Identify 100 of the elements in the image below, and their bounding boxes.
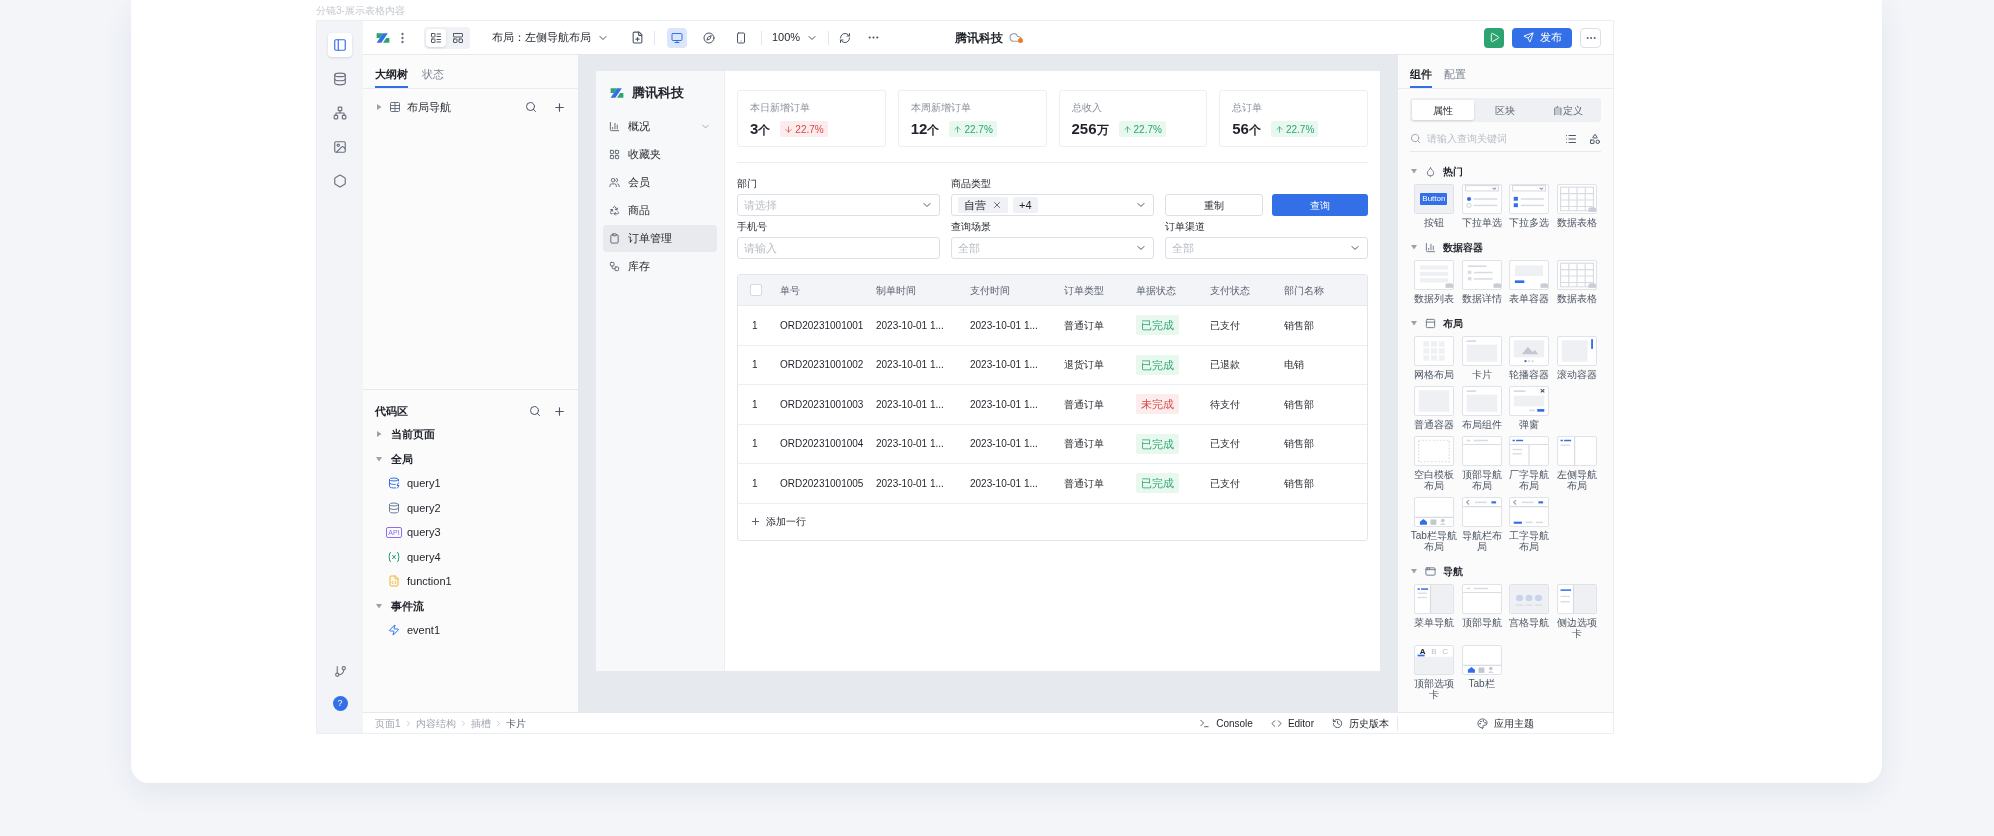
nav-item[interactable]: 订单管理 xyxy=(603,224,717,252)
group-title[interactable]: 布局 xyxy=(1443,315,1463,331)
add-icon[interactable] xyxy=(553,100,566,114)
select-input[interactable]: 全部 xyxy=(1172,238,1349,258)
component-thumbnail[interactable] xyxy=(1509,184,1550,214)
component-thumbnail[interactable] xyxy=(1557,436,1598,466)
panel-tab[interactable]: 配置 xyxy=(1444,62,1466,88)
component-thumbnail[interactable] xyxy=(1413,436,1454,466)
tree-item[interactable]: query3 xyxy=(407,524,441,541)
add-row-button[interactable]: 添加一行 xyxy=(750,514,806,529)
console-button[interactable]: Console xyxy=(1199,715,1253,731)
caret-icon[interactable] xyxy=(375,454,383,463)
component-thumbnail[interactable] xyxy=(1413,497,1454,527)
close-icon[interactable] xyxy=(992,200,1002,210)
caret-icon[interactable] xyxy=(375,601,383,610)
caret-icon[interactable] xyxy=(1410,319,1418,327)
component-thumbnail[interactable] xyxy=(1509,584,1550,614)
component-thumbnail[interactable] xyxy=(1413,584,1454,614)
breadcrumb-item[interactable]: 卡片 xyxy=(505,715,526,731)
search-field[interactable]: 请输入查询关键词 xyxy=(1410,131,1559,146)
tree-group[interactable]: 全局 xyxy=(391,450,413,467)
shapes-icon[interactable] xyxy=(1589,132,1601,145)
panel-tab[interactable]: 大纲树 xyxy=(375,62,408,88)
tree-item[interactable]: query4 xyxy=(407,548,441,565)
caret-icon[interactable] xyxy=(375,430,383,439)
layout-dropdown[interactable]: 布局：左侧导航布局 xyxy=(492,29,609,46)
component-thumbnail[interactable] xyxy=(1461,386,1502,416)
select-input[interactable]: 全部 xyxy=(958,238,1135,258)
refresh-icon[interactable] xyxy=(839,31,852,44)
select-field[interactable]: 全部 xyxy=(951,237,1154,259)
text-input[interactable]: 请输入 xyxy=(744,238,933,258)
more-button[interactable] xyxy=(1580,27,1601,48)
branch-icon[interactable] xyxy=(333,665,347,678)
panel-tab[interactable]: 状态 xyxy=(422,62,444,88)
component-thumbnail[interactable]: Button xyxy=(1413,184,1454,214)
tree-item[interactable]: event1 xyxy=(407,622,441,639)
checkbox[interactable] xyxy=(750,284,762,296)
page-view-button[interactable] xyxy=(426,28,446,47)
tree-group[interactable]: 事件流 xyxy=(391,597,424,614)
nav-item[interactable]: 商品 xyxy=(603,196,717,224)
select-field[interactable]: 全部 xyxy=(1165,237,1368,259)
tree-item[interactable]: query1 xyxy=(407,475,441,492)
query-button[interactable]: 查询 xyxy=(1272,194,1368,216)
panel-tab[interactable]: 组件 xyxy=(1410,62,1432,88)
component-thumbnail[interactable] xyxy=(1509,260,1550,290)
component-thumbnail[interactable] xyxy=(1509,386,1550,416)
panel-button[interactable] xyxy=(328,33,352,57)
help-button[interactable]: ? xyxy=(332,696,348,711)
segment-tab[interactable]: 属性 xyxy=(1412,100,1475,120)
more-vertical-icon[interactable] xyxy=(401,31,404,44)
selected-tag[interactable]: 自营 xyxy=(958,197,1008,213)
preview-button[interactable] xyxy=(1484,27,1504,48)
caret-icon[interactable] xyxy=(375,103,383,111)
history-button[interactable]: 历史版本 xyxy=(1332,715,1389,731)
tree-item[interactable]: function1 xyxy=(407,573,452,590)
tag-select-field[interactable]: 自营 +4 xyxy=(951,194,1154,216)
nav-item[interactable]: 库存 xyxy=(603,252,717,280)
editor-button[interactable]: Editor xyxy=(1270,715,1314,731)
component-thumbnail[interactable] xyxy=(1557,260,1598,290)
segment-tab[interactable]: 自定义 xyxy=(1536,100,1599,120)
nav-item[interactable]: 收藏夹 xyxy=(603,140,717,168)
component-thumbnail[interactable] xyxy=(1413,386,1454,416)
component-thumbnail[interactable] xyxy=(1461,260,1502,290)
desktop-view-button[interactable] xyxy=(667,27,687,48)
component-thumbnail[interactable] xyxy=(1461,497,1502,527)
caret-icon[interactable] xyxy=(1410,167,1418,175)
component-thumbnail[interactable] xyxy=(1557,336,1598,366)
group-title[interactable]: 热门 xyxy=(1443,163,1463,179)
component-thumbnail[interactable] xyxy=(1461,336,1502,366)
search-icon[interactable] xyxy=(529,405,541,417)
group-title[interactable]: 导航 xyxy=(1443,563,1463,579)
input-field[interactable]: 请输入 xyxy=(737,237,940,259)
component-thumbnail[interactable] xyxy=(1461,645,1502,675)
list-view-icon[interactable] xyxy=(1565,132,1577,145)
caret-icon[interactable] xyxy=(1410,243,1418,251)
component-thumbnail[interactable] xyxy=(1461,184,1502,214)
zoom-dropdown[interactable]: 100% xyxy=(772,29,819,46)
select-input[interactable]: 请选择 xyxy=(744,195,921,215)
theme-button[interactable]: 应用主题 xyxy=(1477,715,1534,731)
component-thumbnail[interactable] xyxy=(1509,336,1550,366)
select-field[interactable]: 请选择 xyxy=(737,194,940,216)
component-thumbnail[interactable] xyxy=(1509,436,1550,466)
component-thumbnail[interactable] xyxy=(1413,260,1454,290)
nav-item[interactable]: 概况 xyxy=(603,112,717,140)
add-icon[interactable] xyxy=(553,404,566,418)
group-title[interactable]: 数据容器 xyxy=(1443,239,1483,255)
publish-button[interactable]: 发布 xyxy=(1512,27,1572,48)
caret-icon[interactable] xyxy=(1410,567,1418,575)
search-icon[interactable] xyxy=(525,101,537,113)
component-thumbnail[interactable] xyxy=(1461,436,1502,466)
add-page-icon[interactable] xyxy=(631,31,644,44)
component-thumbnail[interactable] xyxy=(1461,584,1502,614)
component-thumbnail[interactable] xyxy=(1413,336,1454,366)
tree-group[interactable]: 当前页面 xyxy=(391,426,435,443)
tree-item[interactable]: query2 xyxy=(407,499,441,516)
nav-item[interactable]: 会员 xyxy=(603,168,717,196)
component-thumbnail[interactable] xyxy=(1557,584,1598,614)
outline-item[interactable]: 布局导航 xyxy=(407,98,451,116)
component-thumbnail[interactable] xyxy=(1557,184,1598,214)
reset-button[interactable]: 重制 xyxy=(1165,194,1263,216)
